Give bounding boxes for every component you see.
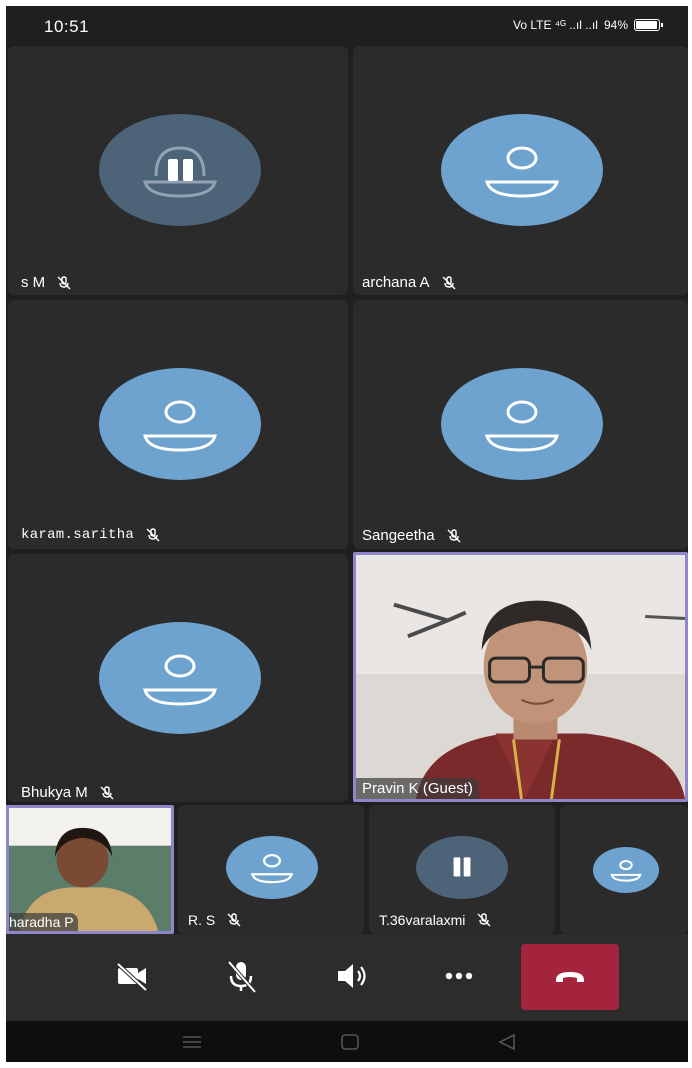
participant-tile[interactable]: Bhukya M bbox=[8, 554, 348, 802]
participant-avatar bbox=[593, 847, 659, 893]
active-speaker-tile[interactable]: Pravin K (Guest) bbox=[353, 552, 688, 802]
mic-off-icon bbox=[227, 960, 257, 994]
participant-tile[interactable]: karam.saritha bbox=[8, 300, 348, 549]
participant-tile[interactable]: archana A bbox=[353, 46, 688, 295]
participant-name-row: archana A bbox=[362, 274, 456, 291]
more-options-button[interactable] bbox=[429, 948, 489, 1004]
person-icon bbox=[485, 146, 559, 198]
more-dots-icon bbox=[445, 972, 473, 980]
battery-icon bbox=[634, 19, 663, 31]
mic-off-icon bbox=[146, 528, 160, 542]
participant-name: Sangeetha bbox=[362, 527, 435, 544]
mute-button[interactable] bbox=[211, 948, 271, 1004]
clock: 10:51 bbox=[44, 17, 90, 36]
pause-icon bbox=[143, 146, 217, 198]
participant-name: T.36varalaxmi bbox=[379, 912, 466, 928]
participant-name-row: s M bbox=[21, 274, 71, 291]
mic-off-icon bbox=[442, 275, 456, 289]
mic-off-icon bbox=[57, 275, 71, 289]
participant-name: s M bbox=[21, 274, 46, 291]
home-icon[interactable] bbox=[339, 1033, 361, 1051]
participant-video bbox=[356, 555, 685, 799]
participant-tile[interactable] bbox=[560, 805, 688, 934]
person-icon bbox=[143, 400, 217, 452]
participant-name-row: Bhukya M bbox=[21, 784, 114, 801]
system-navigation-bar bbox=[6, 1021, 688, 1062]
camera-toggle-button[interactable] bbox=[102, 948, 162, 1004]
participant-name: karam.saritha bbox=[21, 527, 135, 543]
participant-name-row: R. S bbox=[188, 912, 241, 928]
mic-off-icon bbox=[447, 528, 461, 542]
participant-avatar bbox=[441, 368, 603, 480]
participant-tile[interactable]: s M bbox=[8, 46, 348, 295]
participant-avatar bbox=[99, 622, 261, 734]
participant-avatar bbox=[226, 836, 318, 899]
person-icon bbox=[250, 854, 294, 884]
hang-up-icon bbox=[556, 972, 584, 982]
speaker-button[interactable] bbox=[322, 948, 382, 1004]
participant-name-row: Sangeetha bbox=[362, 527, 461, 544]
participant-name: archana A bbox=[362, 274, 430, 291]
call-control-bar bbox=[6, 934, 688, 1021]
participant-tile[interactable]: Sangeetha bbox=[353, 300, 688, 549]
paused-avatar bbox=[416, 836, 508, 899]
participant-tile[interactable]: T.36varalaxmi bbox=[369, 805, 555, 934]
signal-indicators: Vo LTE ⁴ᴳ ..ıl ..ıl bbox=[513, 18, 598, 32]
person-icon bbox=[610, 860, 642, 882]
status-bar: 10:51 Vo LTE ⁴ᴳ ..ıl ..ıl 94% bbox=[6, 6, 688, 46]
paused-avatar bbox=[99, 114, 261, 226]
participant-name: R. S bbox=[188, 912, 216, 928]
mic-off-icon bbox=[227, 913, 241, 927]
participant-name-row: T.36varalaxmi bbox=[379, 912, 491, 928]
participant-name-label: haradha P bbox=[9, 913, 78, 931]
meeting-screen: 10:51 Vo LTE ⁴ᴳ ..ıl ..ıl 94% s M archan… bbox=[6, 6, 688, 1062]
system-indicators: Vo LTE ⁴ᴳ ..ıl ..ıl 94% bbox=[513, 18, 663, 32]
end-call-button[interactable] bbox=[521, 944, 619, 1010]
participant-avatar bbox=[99, 368, 261, 480]
pause-icon bbox=[453, 857, 471, 877]
recent-apps-icon[interactable] bbox=[181, 1033, 203, 1051]
battery-percent: 94% bbox=[603, 18, 628, 32]
participant-avatar bbox=[441, 114, 603, 226]
speaker-icon bbox=[338, 964, 366, 988]
mic-off-icon bbox=[477, 913, 491, 927]
video-off-icon bbox=[116, 962, 148, 992]
back-icon[interactable] bbox=[496, 1033, 518, 1051]
participant-tile[interactable]: haradha P bbox=[6, 805, 174, 934]
participant-name-label: Pravin K (Guest) bbox=[356, 778, 479, 799]
person-icon bbox=[143, 654, 217, 706]
participant-tile[interactable]: R. S bbox=[178, 805, 364, 934]
participant-name-row: karam.saritha bbox=[21, 527, 160, 543]
person-icon bbox=[485, 400, 559, 452]
participant-name: Bhukya M bbox=[21, 784, 88, 801]
mic-off-icon bbox=[100, 785, 114, 799]
